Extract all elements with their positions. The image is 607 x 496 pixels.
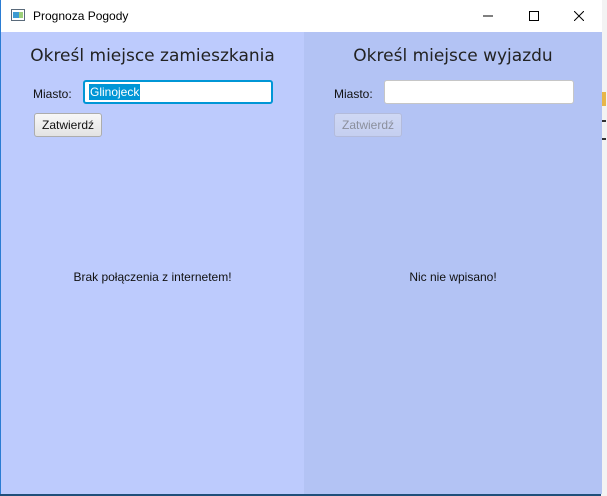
maximize-icon xyxy=(529,11,539,21)
departure-submit-button[interactable]: Zatwierdź xyxy=(334,113,403,137)
residence-heading: Określ miejsce zamieszkania xyxy=(30,46,275,66)
desktop-text-fragment xyxy=(602,120,606,122)
minimize-button[interactable] xyxy=(465,0,511,32)
app-window: Prognoza Pogody Określ miejsce zamieszka… xyxy=(0,0,602,494)
departure-status-message: Nic nie wpisano! xyxy=(409,270,497,284)
departure-heading: Określ miejsce wyjazdu xyxy=(353,46,553,66)
departure-pane: Określ miejsce wyjazdu Miasto: Zatwierdź… xyxy=(304,32,602,494)
residence-pane: Określ miejsce zamieszkania Miasto: Glin… xyxy=(1,32,304,494)
maximize-button[interactable] xyxy=(511,0,557,32)
residence-submit-button[interactable]: Zatwierdź xyxy=(34,113,103,137)
window-title: Prognoza Pogody xyxy=(33,9,129,23)
minimize-icon xyxy=(483,15,493,17)
close-icon xyxy=(574,11,584,21)
residence-city-label: Miasto: xyxy=(33,87,72,101)
residence-status-message: Brak połączenia z internetem! xyxy=(73,270,232,284)
departure-city-input[interactable] xyxy=(384,80,574,104)
residence-city-value: Glinojeck xyxy=(89,84,141,100)
title-bar[interactable]: Prognoza Pogody xyxy=(1,0,602,32)
residence-city-input[interactable]: Glinojeck xyxy=(83,80,273,104)
close-button[interactable] xyxy=(556,0,602,32)
app-icon xyxy=(11,9,25,21)
desktop-text-fragment xyxy=(602,138,606,140)
departure-city-label: Miasto: xyxy=(334,87,373,101)
